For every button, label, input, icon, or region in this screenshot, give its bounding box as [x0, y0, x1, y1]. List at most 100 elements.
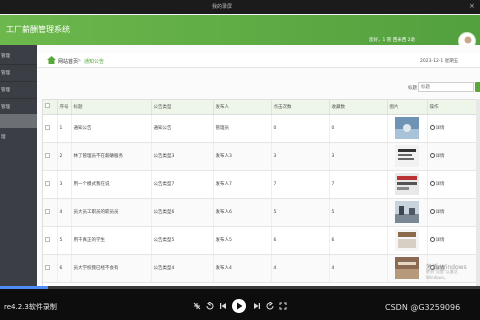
thumbnail-image[interactable] [395, 145, 419, 167]
header-select[interactable] [43, 100, 58, 115]
cell-image [387, 142, 428, 171]
search-input[interactable] [418, 82, 474, 92]
table-row: 6 员大学校我已经不会有 公告类型4 发布人4 4 4 详情 [43, 254, 479, 283]
header-title: 标题 [71, 100, 152, 115]
close-icon[interactable]: × [469, 2, 475, 10]
header-clicks: 点击次数 [271, 100, 330, 115]
cell-publisher: 管理员 [213, 114, 272, 143]
sidebar-item-1[interactable]: 管理 [0, 49, 37, 63]
breadcrumb-current: 通知公告 [84, 59, 105, 65]
rewind-icon[interactable] [206, 302, 214, 310]
cell-no: 3 [57, 170, 72, 199]
cell-publisher: 发布人7 [213, 170, 272, 199]
cell-favs: 3 [329, 142, 388, 171]
row-checkbox-cell[interactable] [43, 198, 58, 227]
player-title: 我的录屏 [212, 4, 233, 10]
cell-clicks: 4 [271, 254, 330, 283]
detail-icon [429, 237, 435, 242]
progress-track[interactable] [0, 286, 480, 289]
sidebar-item-label: 管理 [1, 88, 10, 93]
thumbnail-image[interactable] [395, 257, 419, 279]
row-checkbox-cell[interactable] [43, 170, 58, 199]
search-button[interactable] [475, 82, 480, 92]
cell-publisher: 发布人6 [213, 198, 272, 227]
header-action: 操作 [427, 100, 479, 115]
play-icon [237, 302, 243, 310]
play-button[interactable] [232, 299, 246, 313]
detail-label: 详情 [435, 182, 445, 187]
cell-publisher: 发布人3 [213, 142, 272, 171]
row-checkbox[interactable] [45, 180, 50, 186]
row-checkbox-cell[interactable] [43, 226, 58, 255]
thumbnail-image[interactable] [395, 201, 419, 223]
sidebar-item-active[interactable] [0, 114, 37, 128]
table-row: 5 用干真正的学生 公告类型5 发布人5 6 6 详情 [43, 226, 479, 255]
thumbnail-image[interactable] [395, 173, 419, 195]
home-icon[interactable] [47, 56, 56, 64]
table-row: 2 林了管理员不在薪酬服务 公告类型3 发布人3 3 3 详情 [43, 142, 479, 171]
sidebar-item-4[interactable]: 管理 [0, 100, 37, 114]
current-time: 2023-12-1 星期五 [420, 59, 459, 64]
screen: 我的录屏 × 工厂薪酬管理系统 您好，1 管 西米西 2退 管理 管理 管理 管… [0, 0, 480, 320]
detail-icon [429, 125, 435, 130]
sidebar-item-2[interactable]: 管理 [0, 66, 37, 80]
cell-clicks: 0 [271, 114, 330, 143]
header-user-info[interactable]: 您好，1 管 西米西 2退 [369, 37, 415, 43]
cell-action: 详情 [427, 198, 479, 227]
row-checkbox-cell[interactable] [43, 114, 58, 143]
thumbnail-image[interactable] [395, 229, 419, 251]
cell-title: 员大员工职员的职员员 [71, 198, 152, 227]
row-checkbox[interactable] [45, 124, 50, 130]
breadcrumb-home[interactable]: 网站首页 [58, 58, 78, 65]
detail-button[interactable]: 详情 [429, 153, 445, 159]
sidebar-item-label: 管理 [1, 54, 10, 59]
cell-title: 员大学校我已经不会有 [71, 254, 152, 283]
detail-icon [429, 181, 435, 186]
csdn-watermark: CSDN @G3259096 [385, 303, 461, 312]
table-row: 4 员大员工职员的职员员 公告类型6 发布人6 5 5 详情 [43, 198, 479, 227]
sidebar-item-label: 管理 [1, 71, 10, 76]
row-checkbox-cell[interactable] [43, 254, 58, 283]
row-checkbox-cell[interactable] [43, 142, 58, 171]
cell-action: 详情 [427, 114, 479, 143]
cell-favs: 6 [329, 226, 388, 255]
sidebar-item-label: 理 [1, 135, 6, 140]
cell-no: 2 [57, 142, 72, 171]
row-checkbox[interactable] [45, 264, 50, 270]
sidebar-item-3[interactable]: 管理 [0, 83, 37, 97]
cell-image [387, 114, 428, 143]
notice-table: 序号 标题 公告类型 发布人 点击次数 收藏数 图片 操作 1 通知公告 通知公… [42, 99, 480, 289]
cell-image [387, 226, 428, 255]
next-icon[interactable] [253, 302, 261, 310]
previous-icon[interactable] [219, 302, 227, 310]
detail-button[interactable]: 详情 [429, 209, 445, 215]
row-checkbox[interactable] [45, 236, 50, 242]
vertical-scrollbar[interactable] [476, 99, 480, 286]
detail-label: 详情 [435, 238, 445, 243]
detail-button[interactable]: 详情 [429, 125, 445, 131]
thumbnail-image[interactable] [395, 117, 419, 139]
detail-label: 详情 [435, 210, 445, 215]
cell-title: 林了管理员不在薪酬服务 [71, 142, 152, 171]
detail-button[interactable]: 详情 [429, 237, 445, 243]
select-all-checkbox[interactable] [45, 103, 50, 109]
fullscreen-icon[interactable] [279, 302, 287, 310]
row-checkbox[interactable] [45, 152, 50, 158]
cell-type: 通知公告 [151, 114, 214, 143]
sidebar-item-6[interactable]: 理 [0, 130, 37, 144]
forward-icon[interactable] [266, 302, 274, 310]
sidebar-divider [0, 81, 37, 82]
recorder-label: re4.2.3软件录制 [4, 303, 57, 311]
shrink-icon[interactable] [193, 302, 201, 310]
system-title: 工厂薪酬管理系统 [6, 25, 70, 34]
sidebar: 管理 管理 管理 管理 理 [0, 45, 37, 286]
cell-publisher: 发布人5 [213, 226, 272, 255]
cell-publisher: 发布人4 [213, 254, 272, 283]
cell-favs: 5 [329, 198, 388, 227]
detail-icon [429, 153, 435, 158]
cell-clicks: 5 [271, 198, 330, 227]
cell-no: 6 [57, 254, 72, 283]
row-checkbox[interactable] [45, 208, 50, 214]
table-row: 3 用一个模式我在说 公告类型7 发布人7 7 7 详情 [43, 170, 479, 199]
detail-button[interactable]: 详情 [429, 181, 445, 187]
